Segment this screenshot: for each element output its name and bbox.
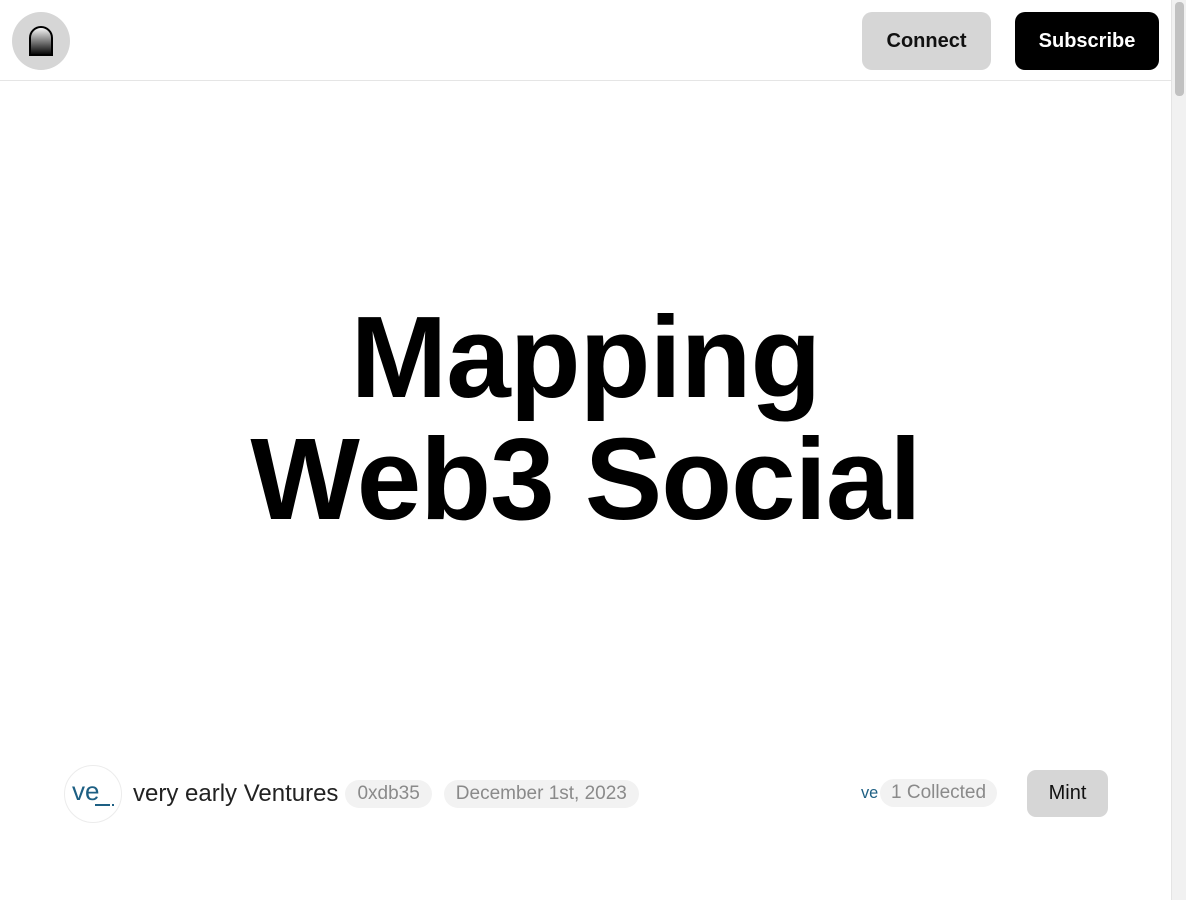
page-title: Mapping Web3 Social — [0, 296, 1171, 540]
title-line-2: Web3 Social — [250, 414, 921, 544]
page: Connect Subscribe Mapping Web3 Social ve… — [0, 0, 1171, 900]
byline: ve very early Ventures 0xdb35 December 1… — [64, 765, 639, 823]
arch-door-icon — [29, 26, 53, 56]
subscribe-button[interactable]: Subscribe — [1015, 12, 1159, 70]
author-avatar[interactable]: ve — [64, 765, 122, 823]
scrollbar-thumb[interactable] — [1175, 2, 1184, 96]
publish-date: December 1st, 2023 — [443, 780, 639, 808]
author-avatar-text: ve — [72, 779, 99, 806]
collector-avatar-text: ve — [861, 784, 878, 802]
home-logo-button[interactable] — [12, 12, 70, 70]
connect-button[interactable]: Connect — [862, 12, 991, 70]
header: Connect Subscribe — [0, 0, 1171, 81]
author-address-badge[interactable]: 0xdb35 — [345, 780, 432, 808]
mint-button[interactable]: Mint — [1027, 770, 1108, 817]
collect-info: ve 1 Collected — [858, 779, 998, 807]
collected-count[interactable]: 1 Collected — [880, 779, 998, 807]
title-line-1: Mapping — [350, 292, 822, 422]
vertical-scrollbar[interactable] — [1171, 0, 1186, 900]
author-name[interactable]: very early Ventures — [133, 780, 338, 808]
ve-logo-icon: ve — [72, 779, 114, 806]
